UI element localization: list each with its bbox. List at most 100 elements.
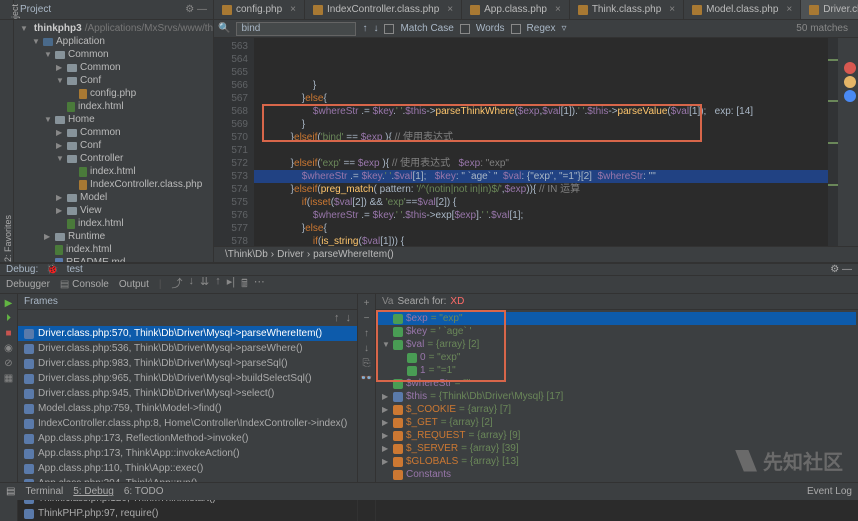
favorites-tab[interactable]: 2: Favorites [3, 50, 13, 262]
view-breakpoints-icon[interactable]: ◉ [4, 343, 13, 354]
variable-row[interactable]: ▶$_REQUEST = {array} [9] [378, 429, 856, 442]
stack-frame[interactable]: Driver.class.php:965, Think\Db\Driver\My… [18, 371, 357, 386]
stack-frame[interactable]: IndexController.class.php:8, Home\Contro… [18, 416, 357, 431]
messages-icon[interactable]: ▤ [6, 486, 15, 497]
search-input[interactable] [236, 22, 356, 36]
tree-item[interactable]: ▼Conf [14, 74, 213, 87]
variable-row[interactable]: ▶$this = {Think\Db\Driver\Mysql} [17] [378, 390, 856, 403]
status-debug-tab[interactable]: 5: Debug [73, 486, 114, 497]
tree-item[interactable]: index.html [14, 100, 213, 113]
code-content[interactable]: } }else{ $whereStr .= $key.' '.$this->pa… [254, 38, 828, 246]
stack-frame[interactable]: ThinkPHP.php:97, require() [18, 506, 357, 521]
code-line[interactable]: $whereStr .= $key.' '.$this->exp[$exp].'… [254, 209, 828, 222]
close-icon[interactable]: × [669, 4, 675, 15]
browser-icon[interactable] [844, 76, 856, 88]
tree-item[interactable]: index.html [14, 217, 213, 230]
tree-item[interactable]: ▼Application [14, 35, 213, 48]
panel-settings-icon[interactable]: ⚙ — [185, 4, 207, 15]
tree-item[interactable]: ▶Runtime [14, 230, 213, 243]
next-match-icon[interactable]: ↓ [373, 23, 378, 34]
browser-icon[interactable] [844, 62, 856, 74]
down-icon[interactable]: ↓ [364, 343, 369, 354]
variable-row[interactable]: ▶$_COOKIE = {array} [7] [378, 403, 856, 416]
editor-tab[interactable]: Driver.class.php× [801, 0, 858, 19]
minimap[interactable] [828, 38, 838, 246]
close-icon[interactable]: × [447, 4, 453, 15]
editor-tab[interactable]: IndexController.class.php× [305, 0, 462, 19]
todo-tab[interactable]: 6: TODO [124, 486, 164, 497]
browser-icon[interactable] [844, 90, 856, 102]
stack-frame[interactable]: Driver.class.php:945, Think\Db\Driver\My… [18, 386, 357, 401]
force-step-into-icon[interactable]: ⇊ [200, 275, 209, 294]
layout-icon[interactable]: ▦ [4, 373, 13, 384]
frame-next-icon[interactable]: ↓ [346, 312, 352, 324]
debugger-tab[interactable]: Debugger [6, 279, 50, 290]
step-over-icon[interactable]: ⤴ [172, 275, 183, 294]
step-into-icon[interactable]: ↓ [189, 275, 195, 294]
debug-settings-icon[interactable]: ⚙ — [830, 264, 852, 275]
output-tab[interactable]: Output [119, 279, 149, 290]
tree-item[interactable]: ▶View [14, 204, 213, 217]
stop-icon[interactable]: ■ [5, 328, 11, 339]
tree-item[interactable]: ▶Model [14, 191, 213, 204]
tree-item[interactable]: config.php [14, 87, 213, 100]
copy-icon[interactable]: ⎘ [363, 358, 371, 369]
filter-icon[interactable]: ▿ [561, 23, 566, 34]
run-config-name[interactable]: test [67, 264, 83, 275]
more-icon[interactable]: ⋯ [254, 275, 265, 294]
editor-tab[interactable]: App.class.php× [462, 0, 570, 19]
terminal-tab[interactable]: Terminal [25, 486, 63, 497]
words-checkbox[interactable] [460, 24, 470, 34]
code-line[interactable]: $whereStr .= $key.' '.$val[1]; $key: " `… [254, 170, 828, 183]
code-line[interactable]: } [254, 79, 828, 92]
stack-frame[interactable]: App.class.php:110, Think\App::exec() [18, 461, 357, 476]
editor-tab[interactable]: Think.class.php× [570, 0, 684, 19]
resume-icon[interactable]: ⏵ [6, 313, 11, 324]
frame-prev-icon[interactable]: ↑ [334, 312, 340, 324]
editor-tab[interactable]: Model.class.php× [684, 0, 801, 19]
debug-config-icon[interactable]: 🐞 [46, 264, 58, 275]
watch-icon[interactable]: 👓 [360, 373, 372, 384]
tree-item[interactable]: IndexController.class.php [14, 178, 213, 191]
run-to-cursor-icon[interactable]: ▸| [227, 275, 235, 294]
stack-frame[interactable]: Model.class.php:759, Think\Model->find() [18, 401, 357, 416]
event-log[interactable]: Event Log [807, 486, 852, 497]
tree-item[interactable]: ▶Common [14, 61, 213, 74]
tree-root[interactable]: ▼ thinkphp3 /Applications/MxSrvs/www/thi… [14, 22, 213, 35]
rerun-icon[interactable]: ▶ [5, 298, 13, 309]
code-line[interactable]: if(isset($val[2]) && 'exp'==$val[2]) { [254, 196, 828, 209]
tree-item[interactable]: index.html [14, 243, 213, 256]
stack-frame[interactable]: App.class.php:173, ReflectionMethod->inv… [18, 431, 357, 446]
code-line[interactable]: }else{ [254, 222, 828, 235]
tree-item[interactable]: ▶Common [14, 126, 213, 139]
tree-item[interactable]: index.html [14, 165, 213, 178]
breadcrumb[interactable]: \Think\Db›Driver›parseWhereItem() [214, 246, 858, 262]
variable-row[interactable]: ▶$_GET = {array} [2] [378, 416, 856, 429]
code-line[interactable] [254, 144, 828, 157]
tree-item[interactable]: ▼Common [14, 48, 213, 61]
prev-match-icon[interactable]: ↑ [362, 23, 367, 34]
tree-item[interactable]: ▶Conf [14, 139, 213, 152]
evaluate-icon[interactable]: 🖩 [241, 275, 248, 294]
code-area[interactable]: 5635645655665675685695705715725735745755… [214, 38, 858, 246]
close-icon[interactable]: × [555, 4, 561, 15]
code-line[interactable]: }elseif('exp' == $exp ){ // 使用表达式 $exp: … [254, 157, 828, 170]
add-watch-icon[interactable]: + [364, 298, 370, 309]
code-line[interactable]: }elseif(preg_match( pattern: '/^(notin|n… [254, 183, 828, 196]
editor-tab[interactable]: config.php× [214, 0, 305, 19]
project-tool-tab[interactable]: 1: Project [0, 0, 14, 19]
close-icon[interactable]: × [786, 4, 792, 15]
regex-checkbox[interactable] [511, 24, 521, 34]
tree-item[interactable]: ▼Home [14, 113, 213, 126]
close-icon[interactable]: × [290, 4, 296, 15]
step-out-icon[interactable]: ↑ [215, 275, 221, 294]
mute-breakpoints-icon[interactable]: ⊘ [4, 358, 12, 369]
stack-frame[interactable]: Driver.class.php:570, Think\Db\Driver\My… [18, 326, 357, 341]
remove-watch-icon[interactable]: − [364, 313, 370, 324]
code-line[interactable]: if(is_string($val[1])) { [254, 235, 828, 246]
tree-item[interactable]: README.md [14, 256, 213, 262]
stack-frame[interactable]: App.class.php:173, Think\App::invokeActi… [18, 446, 357, 461]
match-case-checkbox[interactable] [384, 24, 394, 34]
console-tab[interactable]: ▤ Console [60, 279, 109, 290]
tree-item[interactable]: ▼Controller [14, 152, 213, 165]
